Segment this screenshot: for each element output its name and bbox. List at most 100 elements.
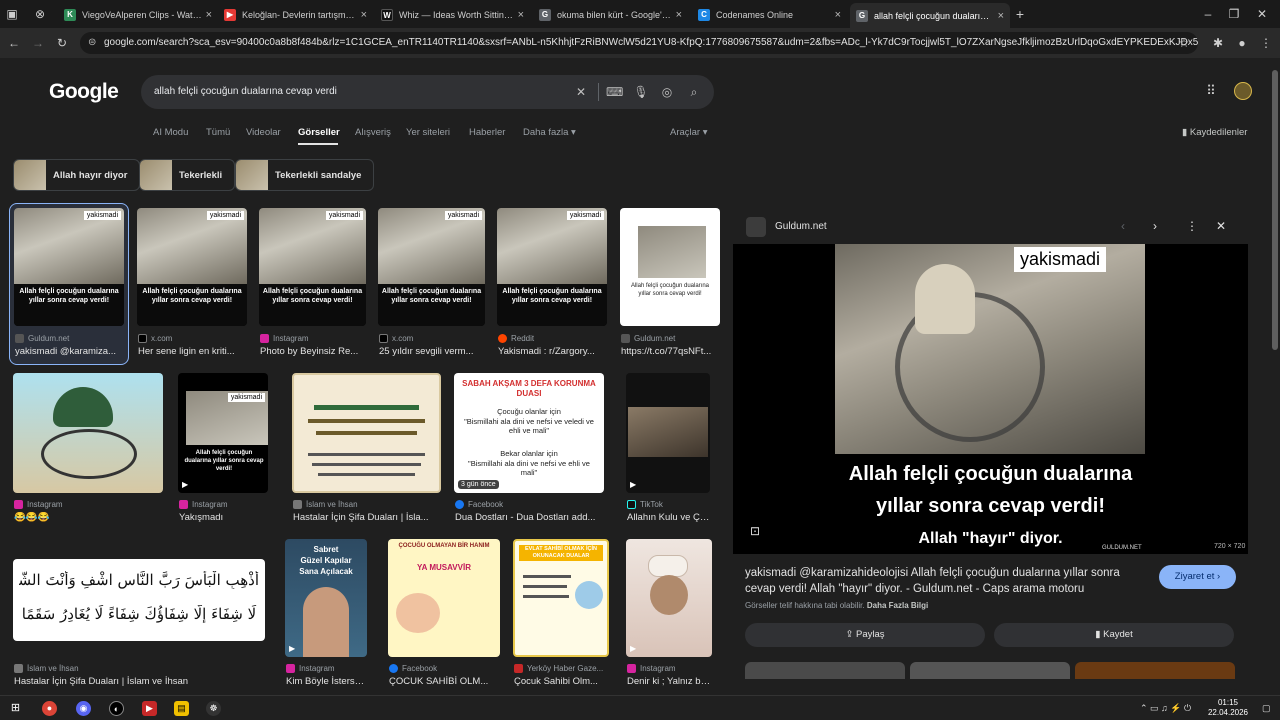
tab-menu-icon[interactable]: ▣	[4, 6, 20, 22]
prayer-line-2: "Bismillahi ala dini ve nefsi ve veledi …	[464, 417, 594, 435]
tab-shopping[interactable]: Alışveriş	[355, 127, 391, 138]
image-result-7[interactable]: Instagram 😂😂😂	[13, 373, 163, 525]
image-result-16[interactable]: ▶ Instagram Denir ki ; Yalnız bir...	[626, 539, 712, 691]
file-explorer-icon[interactable]: ▤	[174, 701, 189, 716]
close-panel-icon[interactable]: ✕	[1216, 219, 1226, 233]
tab-all[interactable]: Tümü	[206, 127, 230, 138]
facebook-favicon-icon	[389, 664, 398, 673]
image-result-9[interactable]: İslam ve İhsan Hastalar İçin Şifa Dualar…	[292, 373, 441, 525]
forward-icon[interactable]: →	[30, 35, 46, 51]
tab-places[interactable]: Yer siteleri	[406, 127, 450, 138]
image-result-1[interactable]: yakismadi Allah felçli çocuğun dualarına…	[14, 208, 124, 360]
image-result-2[interactable]: yakismadi Allah felçli çocuğun dualarına…	[137, 208, 247, 360]
tools-button[interactable]: Araçlar ▾	[670, 127, 708, 138]
more-options-icon[interactable]: ⋮	[1186, 219, 1198, 233]
bookmark-star-icon[interactable]: ☆	[1176, 35, 1192, 51]
tray-icons[interactable]: ⌃ ▭ ♫ ⚡ ⏻	[1140, 703, 1191, 714]
voice-search-icon[interactable]: 🎙	[633, 84, 649, 100]
steam-icon[interactable]: ☸	[206, 701, 221, 716]
minimize-icon[interactable]: –	[1200, 6, 1216, 22]
discord-icon[interactable]: ◉	[76, 701, 91, 716]
tab-0[interactable]: K ViegoVeAlperen Clips - Watch l ×	[58, 4, 218, 26]
visit-button[interactable]: Ziyaret et ›	[1159, 565, 1236, 589]
image-result-6[interactable]: Allah felçli çocuğun dualarına yıllar so…	[620, 208, 720, 360]
result-thumbnail	[13, 373, 163, 493]
musavvir-name: YA MUSAVVİR	[417, 563, 471, 572]
related-image-2[interactable]	[910, 662, 1070, 679]
prayer-line-4: "Bismillahi ala dini ve nefsi ve ehli ve…	[468, 459, 590, 477]
panel-site-name[interactable]: Guldum.net	[775, 221, 827, 232]
new-tab-icon[interactable]: +	[1012, 6, 1028, 22]
windows-start-icon[interactable]: ⊞	[8, 701, 23, 716]
thumb-caption: Allah felçli çocuğun dualarına yıllar so…	[137, 283, 247, 326]
apps-grid-icon[interactable]: ⠿	[1203, 83, 1219, 99]
image-result-11[interactable]: ▶ TikTok Allahın Kulu ve Çoc...	[626, 373, 710, 525]
share-button[interactable]: ⇪ Paylaş	[745, 623, 985, 647]
clock-date[interactable]: 22.04.2026	[1204, 708, 1252, 717]
prev-image-icon[interactable]: ‹	[1121, 219, 1125, 233]
copyright-notice: Görseller telif hakkına tabi olabilir. D…	[745, 601, 928, 610]
close-tab-icon[interactable]: ×	[676, 9, 682, 21]
chip-allah-hayir-diyor[interactable]: Allah hayır diyor	[13, 159, 141, 191]
app-icon[interactable]: ◐	[109, 701, 124, 716]
image-result-4[interactable]: yakismadi Allah felçli çocuğun dualarına…	[378, 208, 485, 360]
saved-button[interactable]: ▮ Kaydedilenler	[1182, 127, 1247, 138]
tab-images[interactable]: Görseller	[298, 127, 340, 138]
image-result-8[interactable]: yakismadi Allah felçli çocuğun dualarına…	[178, 373, 268, 525]
site-info-icon[interactable]: ⊜	[88, 32, 96, 54]
image-result-12[interactable]: أَذْهِبِ الْبَأْسَ رَبَّ النَّاسِ اشْفِ …	[13, 539, 265, 691]
close-window-icon[interactable]: ✕	[1254, 6, 1270, 22]
tab-group-icon[interactable]: ⊗	[32, 6, 48, 22]
search-icon[interactable]: ⌕	[686, 84, 702, 100]
clock-time[interactable]: 01:15	[1212, 698, 1244, 707]
panel-title[interactable]: yakismadi @karamizahideolojisi Allah fel…	[745, 565, 1145, 597]
tab-news[interactable]: Haberler	[469, 127, 505, 138]
related-image-1[interactable]	[745, 662, 905, 679]
account-avatar[interactable]	[1234, 82, 1252, 100]
image-result-3[interactable]: yakismadi Allah felçli çocuğun dualarına…	[259, 208, 366, 360]
tab-4[interactable]: C Codenames Online ×	[692, 4, 847, 26]
tab-1[interactable]: ▶ Keloğlan- Devlerin tartışması - ×	[218, 4, 373, 26]
tab-5-active[interactable]: G allah felçli çocuğun dualarına c ×	[850, 3, 1010, 28]
search-input[interactable]: allah felçli çocuğun dualarına cevap ver…	[141, 75, 714, 109]
result-source-text: Instagram	[299, 664, 335, 673]
chip-tekerlekli[interactable]: Tekerlekli	[139, 159, 236, 191]
more-info-link[interactable]: Daha Fazla Bilgi	[867, 601, 928, 610]
maximize-icon[interactable]: ❐	[1226, 6, 1242, 22]
close-tab-icon[interactable]: ×	[835, 9, 841, 21]
back-icon[interactable]: ←	[6, 35, 22, 51]
save-button[interactable]: ▮ Kaydet	[994, 623, 1234, 647]
tab-ai-mode[interactable]: AI Modu	[153, 127, 188, 138]
chrome-icon[interactable]: ●	[42, 701, 57, 716]
tab-3[interactable]: G okuma bilen kürt - Google'da A ×	[533, 4, 688, 26]
lens-icon[interactable]: ◎	[659, 84, 675, 100]
close-tab-icon[interactable]: ×	[206, 9, 212, 21]
close-tab-icon[interactable]: ×	[518, 9, 524, 21]
page-scrollbar[interactable]	[1272, 70, 1278, 350]
image-result-10[interactable]: SABAH AKŞAM 3 DEFA KORUNMA DUASI Çocuğu …	[454, 373, 604, 525]
close-tab-icon[interactable]: ×	[361, 9, 367, 21]
notification-icon[interactable]: ▢	[1262, 703, 1271, 714]
tab-more[interactable]: Daha fazla ▾	[523, 127, 576, 138]
keyboard-icon[interactable]: ⌨	[606, 84, 623, 100]
tab-videos[interactable]: Videolar	[246, 127, 281, 138]
extensions-icon[interactable]: ✱	[1210, 35, 1226, 51]
address-bar[interactable]: ⊜ google.com/search?sca_esv=90400c0a8b8f…	[80, 32, 1198, 54]
next-image-icon[interactable]: ›	[1153, 219, 1157, 233]
profile-icon[interactable]: ●	[1234, 35, 1250, 51]
image-result-14[interactable]: ÇOCUĞU OLMAYAN BİR HANIM YA MUSAVVİR Fac…	[388, 539, 500, 691]
chip-tekerlekli-sandalye[interactable]: Tekerlekli sandalye	[235, 159, 375, 191]
google-logo[interactable]: Google	[49, 80, 119, 104]
related-image-3[interactable]	[1075, 662, 1235, 679]
clear-icon[interactable]: ✕	[573, 84, 589, 100]
saved-label: Kaydedilenler	[1189, 127, 1248, 138]
tab-2[interactable]: W Whiz — Ideas Worth Sitting W ×	[375, 4, 530, 26]
image-result-13[interactable]: Sabret Güzel Kapılar Sana Açılacak ▶ Ins…	[285, 539, 367, 691]
reload-icon[interactable]: ↻	[54, 35, 70, 51]
lens-search-icon[interactable]: ⊡	[750, 524, 760, 538]
image-result-5[interactable]: yakismadi Allah felçli çocuğun dualarına…	[497, 208, 607, 360]
close-tab-icon[interactable]: ×	[998, 10, 1004, 22]
browser-menu-icon[interactable]: ⋮	[1258, 35, 1274, 51]
media-app-icon[interactable]: ▶	[142, 701, 157, 716]
image-result-15[interactable]: EVLAT SAHİBİ OLMAK İÇİN OKUNACAK DUALAR …	[513, 539, 609, 691]
